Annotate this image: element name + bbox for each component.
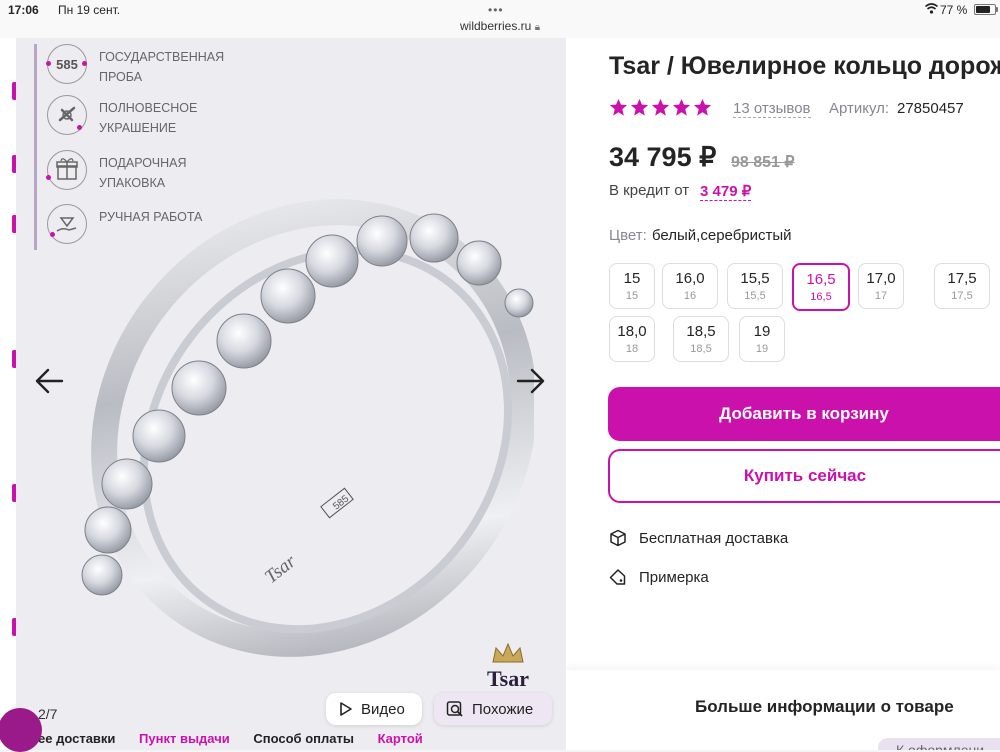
size-number: 16,5 [806, 271, 836, 288]
add-to-cart-button[interactable]: Добавить в корзину [608, 387, 1000, 441]
size-sub-label: 17,5 [951, 290, 973, 302]
multitasking-dots[interactable]: ••• [488, 3, 504, 17]
badge-state-hallmark: 585 ГОСУДАРСТВЕННАЯ ПРОБА [46, 44, 232, 90]
size-number: 17,5 [947, 270, 977, 287]
badge-label: ГОСУДАРСТВЕННАЯ ПРОБА [99, 50, 225, 84]
more-info-label: Больше информации о товаре [695, 697, 954, 716]
star-icon [672, 98, 691, 116]
color-value: белый,серебристый [652, 227, 792, 244]
tag-icon [609, 569, 626, 585]
star-icon [630, 98, 649, 116]
size-sub-label: 17 [874, 290, 888, 302]
logo-text: Tsar [487, 666, 529, 691]
product-title: Tsar / Ювелирное кольцо дорож [609, 52, 1000, 80]
svg-text:585: 585 [56, 57, 78, 72]
size-sub-label: 15,5 [744, 290, 766, 302]
size-number: 16,0 [675, 270, 705, 287]
size-sub-label: 15 [625, 290, 639, 302]
size-option[interactable]: 17,0 17 [858, 263, 904, 309]
buy-now-button[interactable]: Купить сейчас [608, 449, 1000, 503]
feature-label: Примерка [639, 569, 709, 586]
left-sidebar-edge [0, 38, 17, 750]
lock-icon: 🔒︎ [534, 22, 541, 33]
size-sub-label: 16,5 [810, 291, 832, 303]
size-sub-label: 16 [683, 290, 697, 302]
floating-action-button[interactable] [0, 708, 42, 752]
size-option[interactable]: 15 15 [609, 263, 655, 309]
arrow-left-icon[interactable] [32, 363, 68, 399]
clock: 17:06 [8, 3, 39, 17]
status-bar: 17:06 Пн 19 сент. ••• wildberries.ru 🔒︎ … [0, 0, 1000, 39]
ring-image: 585 Tsar [81, 199, 534, 657]
size-option[interactable]: 18,5 18,5 [673, 316, 729, 362]
size-option[interactable]: 16,0 16 [662, 263, 718, 309]
menu-item[interactable]: ее доставки [38, 731, 115, 746]
current-price: 34 795 ₽ [609, 142, 717, 172]
battery-icon [974, 4, 998, 15]
reviews-link[interactable]: 13 отзывов [733, 100, 811, 118]
size-number: 19 [753, 323, 771, 340]
size-number: 18,5 [686, 323, 716, 340]
arrow-right-icon[interactable] [512, 363, 548, 399]
size-option[interactable]: 19 19 [739, 316, 785, 362]
video-label: Видео [361, 701, 405, 718]
star-icon [651, 98, 670, 116]
size-sub-label: 18 [625, 343, 639, 355]
size-number: 15 [623, 270, 641, 287]
sku-value: 27850457 [897, 100, 964, 117]
play-icon [340, 702, 352, 716]
size-option[interactable]: 16,5 16,5 [792, 263, 850, 311]
menu-item[interactable]: Картой [378, 731, 423, 746]
bottom-menu: ее доставки Пункт выдачи Способ оплаты К… [16, 731, 566, 750]
battery-percent: 77 % [940, 3, 968, 17]
sku-label: Артикул: [829, 100, 890, 117]
size-option[interactable]: 17,5 17,5 [934, 263, 990, 309]
brand-logo: Tsar [478, 640, 538, 691]
menu-item[interactable]: Способ оплаты [253, 731, 354, 746]
similar-label: Похожие [472, 701, 534, 718]
credit-label: В кредит от [609, 182, 690, 199]
product-gallery[interactable]: 585 ГОСУДАРСТВЕННАЯ ПРОБА ПОЛНОВЕСНОЕ УК… [16, 38, 566, 750]
feature-label: Бесплатная доставка [639, 530, 789, 547]
size-number: 15,5 [740, 270, 770, 287]
size-number: 18,0 [617, 323, 647, 340]
menu-item[interactable]: Пункт выдачи [139, 731, 230, 746]
color-label: Цвет: [609, 227, 647, 244]
date: Пн 19 сент. [58, 3, 121, 17]
size-option[interactable]: 18,0 18 [609, 316, 655, 362]
image-counter: 2/7 [38, 706, 58, 722]
checkout-button[interactable]: К оформлени [878, 738, 1000, 750]
url-text: wildberries.ru [459, 19, 532, 33]
size-option[interactable]: 15,5 15,5 [727, 263, 783, 309]
search-similar-icon [446, 701, 463, 717]
old-price: 98 851 ₽ [731, 154, 795, 171]
size-sub-label: 18,5 [690, 343, 712, 355]
box-icon [610, 529, 626, 547]
size-number: 17,0 [866, 270, 896, 287]
star-icon [609, 98, 628, 116]
product-panel: Tsar / Ювелирное кольцо дорож 13 отзывов… [566, 38, 1000, 750]
badge-label: ПОЛНОВЕСНОЕ УКРАШЕНИЕ [99, 101, 198, 135]
wifi-icon [925, 3, 938, 14]
hallmark-585-icon: 585 [47, 44, 87, 84]
similar-button[interactable]: Похожие [434, 693, 552, 725]
badge-full-weight: ПОЛНОВЕСНОЕ УКРАШЕНИЕ [47, 95, 232, 141]
credit-value-link[interactable]: 3 479 ₽ [700, 182, 752, 201]
video-button[interactable]: Видео [326, 693, 422, 725]
rating-stars [609, 98, 714, 118]
address-bar[interactable]: wildberries.ru 🔒︎ [0, 19, 1000, 33]
svg-text:Tsar: Tsar [261, 551, 300, 588]
star-icon [693, 98, 712, 116]
size-sub-label: 19 [755, 343, 769, 355]
